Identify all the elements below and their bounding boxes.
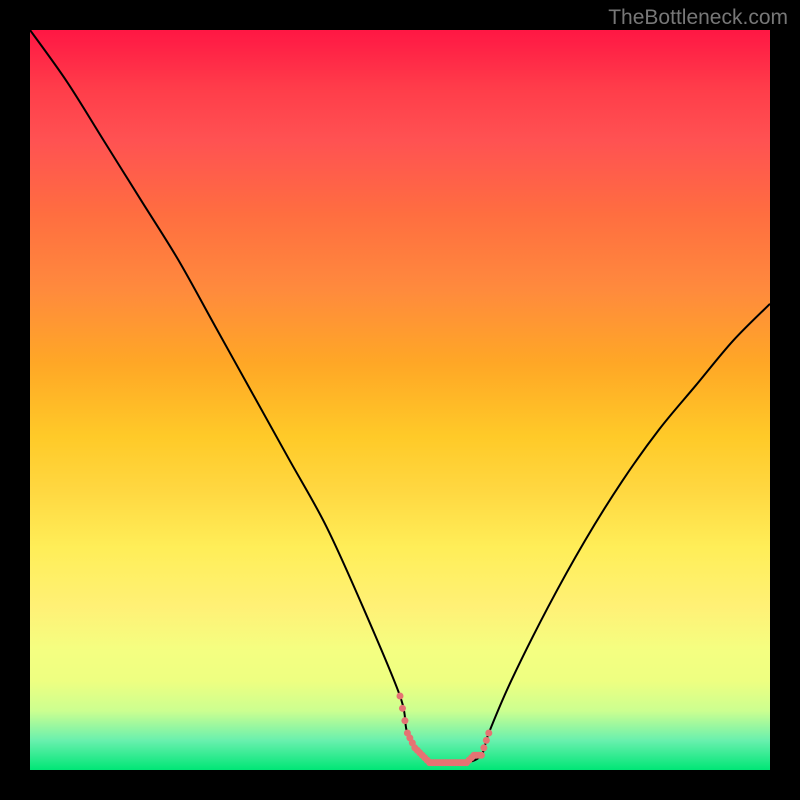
optimal-zone-marker [397, 693, 493, 767]
watermark-text: TheBottleneck.com [608, 6, 788, 30]
bottleneck-curve [30, 30, 770, 763]
plot-area [30, 30, 770, 770]
curve-layer [30, 30, 770, 770]
chart-container: TheBottleneck.com [0, 0, 800, 800]
